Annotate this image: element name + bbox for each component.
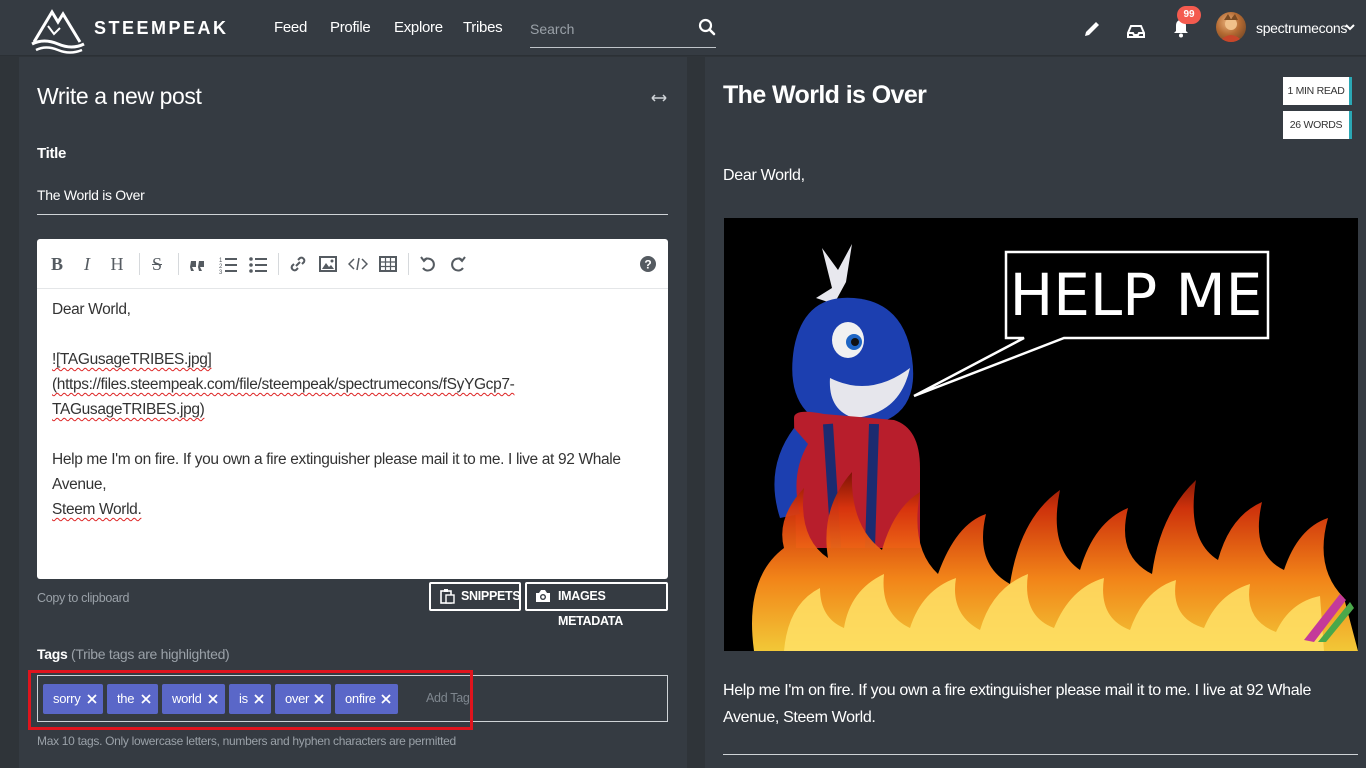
- word-count-badge: 26 WORDS: [1283, 111, 1352, 139]
- tags-highlight-annotation: [28, 670, 473, 730]
- table-icon[interactable]: [378, 253, 398, 275]
- search-bar: [530, 12, 716, 48]
- link-icon[interactable]: [288, 253, 308, 275]
- preview-title: The World is Over: [723, 81, 927, 109]
- search-input[interactable]: [530, 18, 690, 40]
- svg-text:3: 3: [219, 270, 223, 275]
- code-icon[interactable]: [348, 253, 368, 275]
- preview-divider: [723, 754, 1358, 755]
- clipboard-icon: [440, 589, 455, 604]
- camera-icon: [536, 590, 550, 602]
- editor-line: Steem World.: [52, 501, 142, 518]
- bold-button[interactable]: B: [47, 253, 67, 275]
- tags-rule-hint: Max 10 tags. Only lowercase letters, num…: [37, 734, 456, 748]
- nav-link-tribes[interactable]: Tribes: [463, 19, 503, 36]
- expand-horizontal-icon[interactable]: [651, 93, 667, 103]
- editor-image-markdown: ![TAGusageTRIBES.jpg](https://files.stee…: [52, 347, 652, 422]
- post-editor-panel: Write a new post Title The World is Over…: [19, 57, 687, 768]
- title-input[interactable]: The World is Over: [37, 179, 668, 215]
- preview-greeting: Dear World,: [723, 167, 805, 184]
- preview-body: Help me I'm on fire. If you own a fire e…: [723, 682, 1312, 726]
- quote-icon[interactable]: [188, 253, 208, 275]
- chevron-down-icon[interactable]: [1345, 23, 1355, 31]
- editor-heading: Write a new post: [37, 83, 202, 109]
- editor-line: Help me I'm on fire. If you own a fire e…: [52, 451, 621, 493]
- brand-name[interactable]: STEEMPEAK: [94, 18, 229, 39]
- undo-icon[interactable]: [418, 253, 438, 275]
- editor-text-area[interactable]: Dear World, ![TAGusageTRIBES.jpg](https:…: [52, 297, 652, 547]
- editor-line: ![TAGusageTRIBES.jpg](https://files.stee…: [52, 351, 515, 393]
- search-icon[interactable]: [698, 18, 716, 36]
- nav-link-feed[interactable]: Feed: [274, 19, 307, 36]
- copy-to-clipboard-link[interactable]: Copy to clipboard: [37, 591, 129, 605]
- editor-line: TAGusageTRIBES.jpg): [52, 401, 205, 418]
- tags-label-text: Tags: [37, 646, 68, 662]
- heading-button[interactable]: H: [107, 253, 127, 275]
- images-metadata-button[interactable]: IMAGES METADATA: [525, 582, 668, 628]
- tags-label: Tags (Tribe tags are highlighted): [37, 646, 230, 662]
- images-metadata-label: IMAGES METADATA: [558, 589, 623, 628]
- editor-line: Dear World,: [52, 301, 131, 318]
- editor-paragraph: Help me I'm on fire. If you own a fire e…: [52, 447, 652, 522]
- toolbar-divider: [178, 253, 179, 275]
- snippets-button[interactable]: SNIPPETS: [429, 582, 521, 611]
- avatar-image-icon: [1219, 14, 1243, 42]
- steempeak-logo-icon[interactable]: [30, 4, 86, 54]
- editor-toolbar: B I H S 1 2 3 ?: [37, 239, 668, 289]
- notification-badge: 99: [1177, 6, 1201, 24]
- help-me-fire-illustration-icon: HELP ME: [724, 218, 1358, 651]
- avatar[interactable]: [1216, 12, 1246, 42]
- pencil-icon[interactable]: [1081, 18, 1103, 40]
- nav-link-explore[interactable]: Explore: [394, 19, 443, 36]
- markdown-editor[interactable]: B I H S 1 2 3 ? Dear World, ![TAGusageTR…: [37, 239, 668, 579]
- nav-link-profile[interactable]: Profile: [330, 19, 371, 36]
- italic-button[interactable]: I: [77, 253, 97, 275]
- speech-bubble-text: HELP ME: [1010, 261, 1263, 329]
- username[interactable]: spectrumecons: [1256, 20, 1347, 36]
- toolbar-divider: [408, 253, 409, 275]
- post-preview-panel: The World is Over 1 MIN READ 26 WORDS De…: [705, 57, 1366, 768]
- read-time-badge: 1 MIN READ: [1283, 77, 1352, 105]
- image-icon[interactable]: [318, 253, 338, 275]
- toolbar-divider: [139, 253, 140, 275]
- svg-text:?: ?: [644, 258, 651, 272]
- title-label: Title: [37, 145, 67, 162]
- toolbar-divider: [278, 253, 279, 275]
- strikethrough-button[interactable]: S: [147, 253, 167, 275]
- snippets-label: SNIPPETS: [461, 589, 521, 603]
- bullet-list-icon[interactable]: [248, 253, 268, 275]
- top-navbar: STEEMPEAK Feed Profile Explore Tribes 99…: [0, 0, 1366, 56]
- tags-hint: (Tribe tags are highlighted): [71, 646, 230, 662]
- ordered-list-icon[interactable]: 1 2 3: [218, 253, 238, 275]
- post-image: HELP ME: [724, 218, 1358, 651]
- redo-icon[interactable]: [448, 253, 468, 275]
- inbox-icon[interactable]: [1125, 20, 1147, 42]
- help-icon[interactable]: ?: [638, 253, 658, 275]
